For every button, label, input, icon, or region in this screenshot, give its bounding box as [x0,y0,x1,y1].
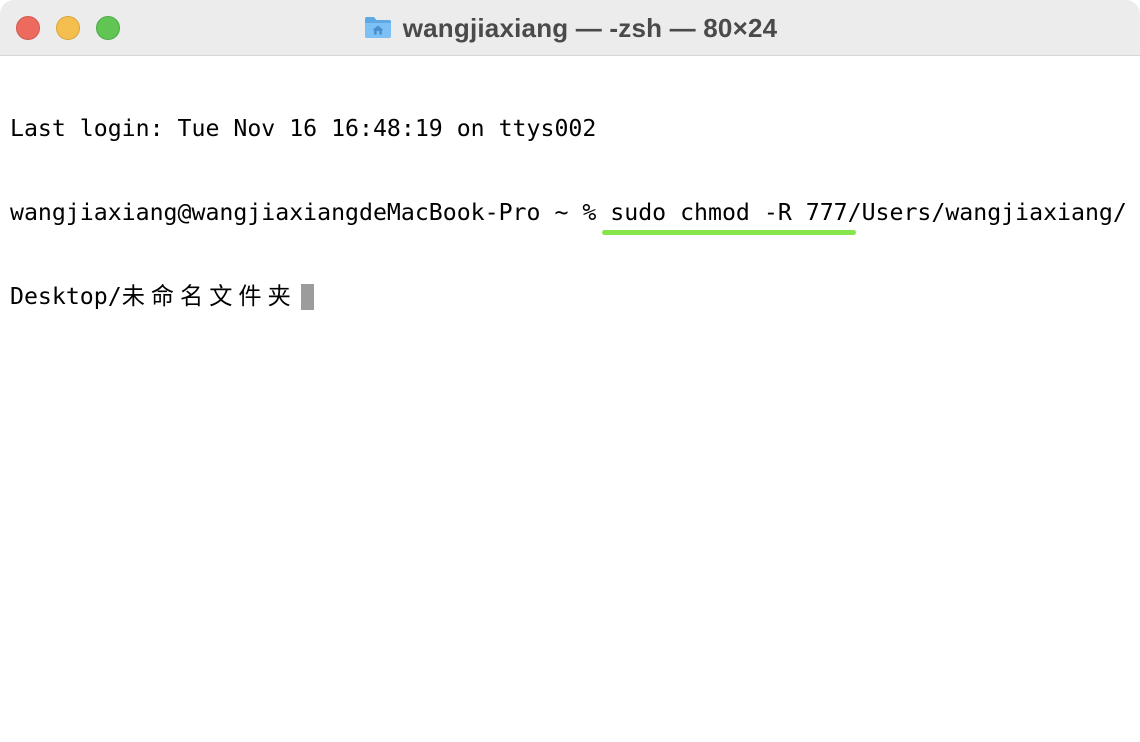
shell-prompt: wangjiaxiang@wangjiaxiangdeMacBook-Pro ~… [10,199,611,226]
highlight-underline [602,230,856,235]
terminal-window: wangjiaxiang — -zsh — 80×24 Last login: … [0,0,1140,742]
login-line: Last login: Tue Nov 16 16:48:19 on ttys0… [10,115,597,142]
command-line: wangjiaxiang@wangjiaxiangdeMacBook-Pro ~… [10,199,1134,235]
home-folder-icon [364,17,391,38]
terminal-content[interactable]: Last login: Tue Nov 16 16:48:19 on ttys0… [10,59,1134,735]
command-path: /Users/wangjiaxiang/ [847,199,1127,226]
command-text: sudo chmod -R 777 [610,199,848,226]
highlighted-command: sudo chmod -R 777 [602,199,856,235]
path-prefix: Desktop/ [10,283,122,310]
folder-name: 未命名文件夹 [121,283,297,310]
title-bar[interactable]: wangjiaxiang — -zsh — 80×24 [0,0,1140,56]
text-cursor [300,284,314,310]
path-continuation-line: Desktop/未命名文件夹 [10,283,1134,311]
window-title-area: wangjiaxiang — -zsh — 80×24 [0,0,1140,56]
window-title: wangjiaxiang — -zsh — 80×24 [402,12,778,43]
